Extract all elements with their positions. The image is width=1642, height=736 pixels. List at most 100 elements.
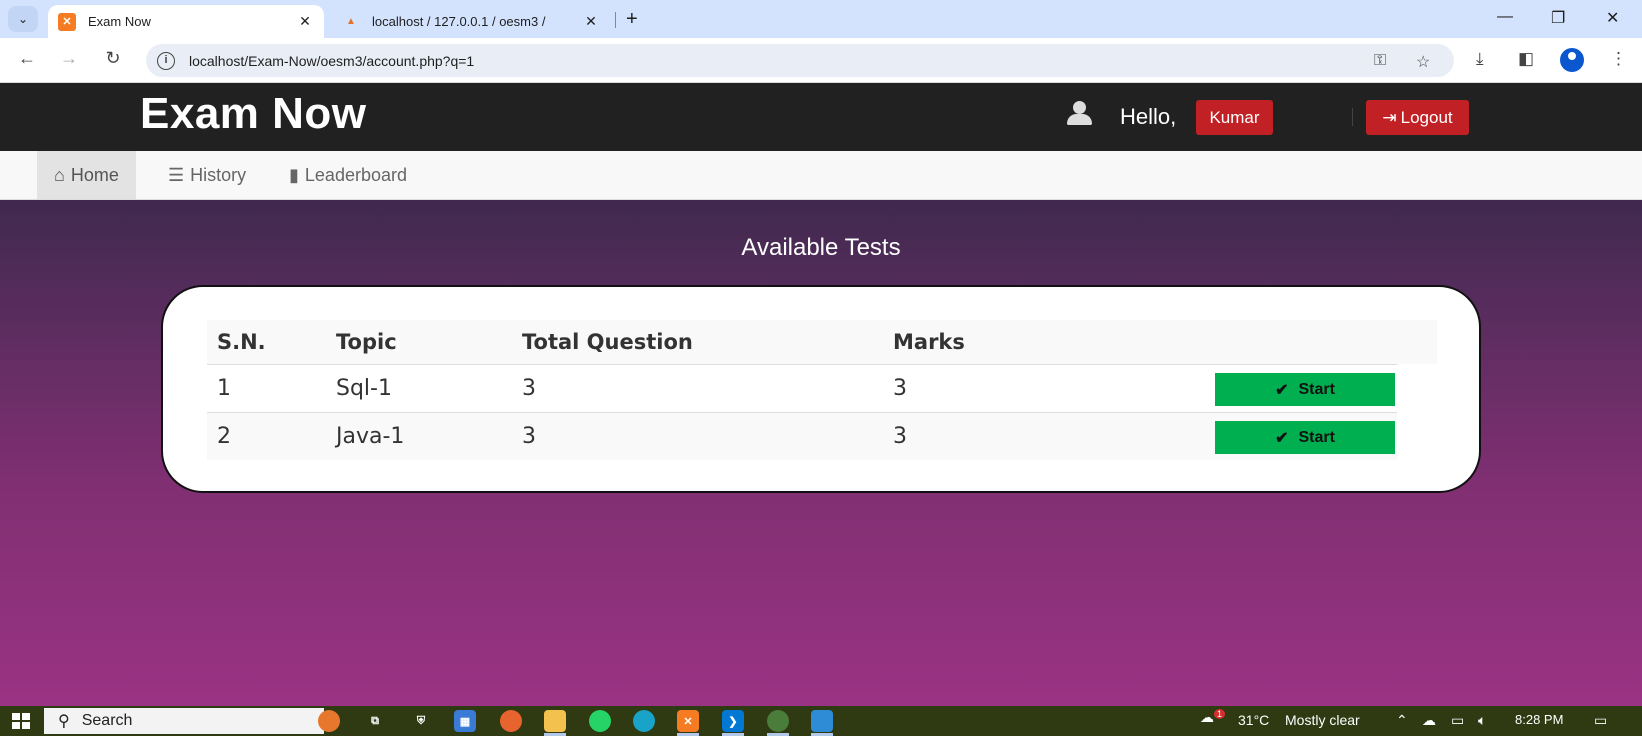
tests-table: S.N. Topic Total Question Marks 1 Sql-1 … (207, 320, 1437, 460)
check-icon: ✔ (1275, 381, 1289, 399)
taskbar-search[interactable]: ⚲ Search (44, 708, 324, 734)
store-icon[interactable]: ▦ (454, 710, 476, 732)
cell-marks: 3 (893, 424, 907, 449)
edge-icon[interactable] (633, 710, 655, 732)
table-row: 2 Java-1 3 3 ✔ Start (207, 412, 1397, 460)
logout-icon: ⇥ (1382, 107, 1397, 127)
minimize-button[interactable]: — (1497, 8, 1513, 26)
reload-button[interactable]: ↻ (100, 48, 126, 69)
nav-item-home[interactable]: ⌂ Home (37, 151, 136, 199)
tab-search-button[interactable]: ⌄ (8, 6, 38, 32)
windows-start-icon[interactable] (12, 713, 30, 729)
cell-sn: 2 (217, 424, 231, 449)
new-tab-button[interactable]: + (626, 8, 638, 31)
tab-phpmyadmin[interactable]: ▲ localhost / 127.0.0.1 / oesm3 / ✕ (332, 5, 610, 38)
xampp-icon: ✕ (58, 12, 76, 31)
phpmyadmin-icon: ▲ (346, 16, 356, 27)
back-button[interactable]: ← (14, 48, 40, 69)
column-header-marks: Marks (893, 330, 965, 354)
list-icon: ☰ (168, 164, 185, 185)
weather-text[interactable]: Mostly clear (1285, 712, 1360, 728)
security-icon[interactable]: ⛨ (410, 710, 432, 732)
notification-badge: 1 (1214, 709, 1226, 719)
tests-card: S.N. Topic Total Question Marks 1 Sql-1 … (161, 285, 1481, 493)
bar-chart-icon: ▮ (289, 164, 299, 185)
firefox-icon[interactable] (500, 710, 522, 732)
logout-label: Logout (1400, 107, 1453, 127)
page-title: Available Tests (741, 234, 901, 261)
column-header-total-question: Total Question (522, 330, 693, 354)
logout-button[interactable]: ⇥ Logout (1366, 100, 1469, 135)
cell-topic: Sql-1 (336, 376, 392, 401)
start-button[interactable]: ✔ Start (1215, 373, 1395, 406)
battery-icon[interactable]: ▭ (1451, 712, 1464, 729)
tab-divider (615, 12, 616, 28)
key-icon[interactable]: ⚿ (1374, 52, 1386, 70)
column-header-topic: Topic (336, 330, 397, 354)
check-icon: ✔ (1275, 429, 1289, 447)
volume-icon[interactable]: 🔈︎ (1478, 712, 1486, 729)
tab-exam-now[interactable]: ✕ Exam Now ✕ (48, 5, 324, 38)
column-header-sn: S.N. (217, 330, 266, 354)
onedrive-icon[interactable]: ☁ (1422, 712, 1436, 729)
address-bar[interactable]: i localhost/Exam-Now/oesm3/account.php?q… (146, 44, 1454, 77)
nav-item-leaderboard[interactable]: ▮ Leaderboard (272, 151, 424, 199)
close-icon[interactable]: ✕ (582, 13, 600, 30)
clock[interactable]: 8:28 PM (1515, 712, 1563, 727)
weather-icon[interactable]: ☁ 1 (1200, 709, 1226, 726)
table-header-row: S.N. Topic Total Question Marks (207, 320, 1437, 364)
search-icon: ⚲ (58, 713, 70, 730)
cell-total-question: 3 (522, 424, 536, 449)
cell-marks: 3 (893, 376, 907, 401)
hello-label: Hello, (1120, 104, 1177, 129)
vscode-icon[interactable]: ❯ (722, 710, 744, 732)
browser-tabstrip: ⌄ ✕ Exam Now ✕ ▲ localhost / 127.0.0.1 /… (0, 0, 1642, 38)
info-icon[interactable]: i (157, 51, 175, 70)
nav-item-label: History (190, 164, 247, 185)
chevron-up-icon[interactable]: ⌃ (1396, 712, 1408, 729)
start-button[interactable]: ✔ Start (1215, 421, 1395, 454)
table-row: 1 Sql-1 3 3 ✔ Start (207, 364, 1397, 412)
side-panel-icon[interactable]: ◧ (1518, 49, 1534, 69)
cell-topic: Java-1 (336, 424, 405, 449)
chrome-icon[interactable] (767, 710, 789, 732)
nav-item-label: Leaderboard (304, 164, 407, 185)
main-nav: ⌂ Home ☰ History ▮ Leaderboard (0, 151, 1642, 200)
forward-button[interactable]: → (56, 48, 82, 69)
taskbar-search-label: Search (81, 712, 133, 729)
url-text[interactable]: localhost/Exam-Now/oesm3/account.php?q=1 (189, 53, 474, 69)
download-icon[interactable]: ⤓ (1476, 49, 1484, 69)
tab-title: localhost / 127.0.0.1 / oesm3 / (372, 14, 546, 29)
xampp-icon[interactable]: ✕ (677, 710, 699, 732)
chevron-down-icon: ⌄ (17, 12, 29, 26)
site-header: Exam Now Hello, Kumar ⇥ Logout (0, 83, 1642, 151)
tab-title: Exam Now (88, 14, 151, 29)
header-divider (1352, 108, 1353, 126)
basketball-icon[interactable] (318, 710, 340, 732)
star-icon[interactable]: ☆ (1416, 52, 1430, 72)
cell-total-question: 3 (522, 376, 536, 401)
file-explorer-icon[interactable] (544, 710, 566, 732)
close-icon[interactable]: ✕ (296, 13, 314, 30)
close-window-button[interactable]: ✕ (1606, 8, 1619, 28)
notification-icon[interactable]: ▭ (1594, 712, 1607, 729)
nav-item-label: Home (70, 164, 119, 185)
start-label: Start (1298, 428, 1335, 446)
site-logo[interactable]: Exam Now (140, 89, 367, 139)
weather-temp[interactable]: 31°C (1238, 712, 1269, 728)
profile-avatar[interactable] (1560, 48, 1584, 72)
menu-icon[interactable]: ⋮ (1610, 49, 1627, 69)
whatsapp-icon[interactable] (589, 710, 611, 732)
start-label: Start (1298, 380, 1335, 398)
cell-sn: 1 (217, 376, 231, 401)
task-view-icon[interactable]: ⧉ (364, 710, 386, 732)
username-button[interactable]: Kumar (1196, 100, 1273, 135)
app-icon[interactable] (811, 710, 833, 732)
taskbar: ⚲ Search ⧉ ⛨ ▦ ✕ ❯ ☁ 1 31°C Mostly clear … (0, 706, 1642, 736)
user-icon (1064, 101, 1094, 127)
restore-button[interactable]: ❐ (1551, 8, 1565, 28)
home-icon: ⌂ (54, 164, 65, 185)
nav-item-history[interactable]: ☰ History (151, 151, 263, 199)
page-content: Exam Now Hello, Kumar ⇥ Logout ⌂ Home ☰ … (0, 83, 1642, 706)
browser-toolbar: ← → ↻ i localhost/Exam-Now/oesm3/account… (0, 38, 1642, 83)
